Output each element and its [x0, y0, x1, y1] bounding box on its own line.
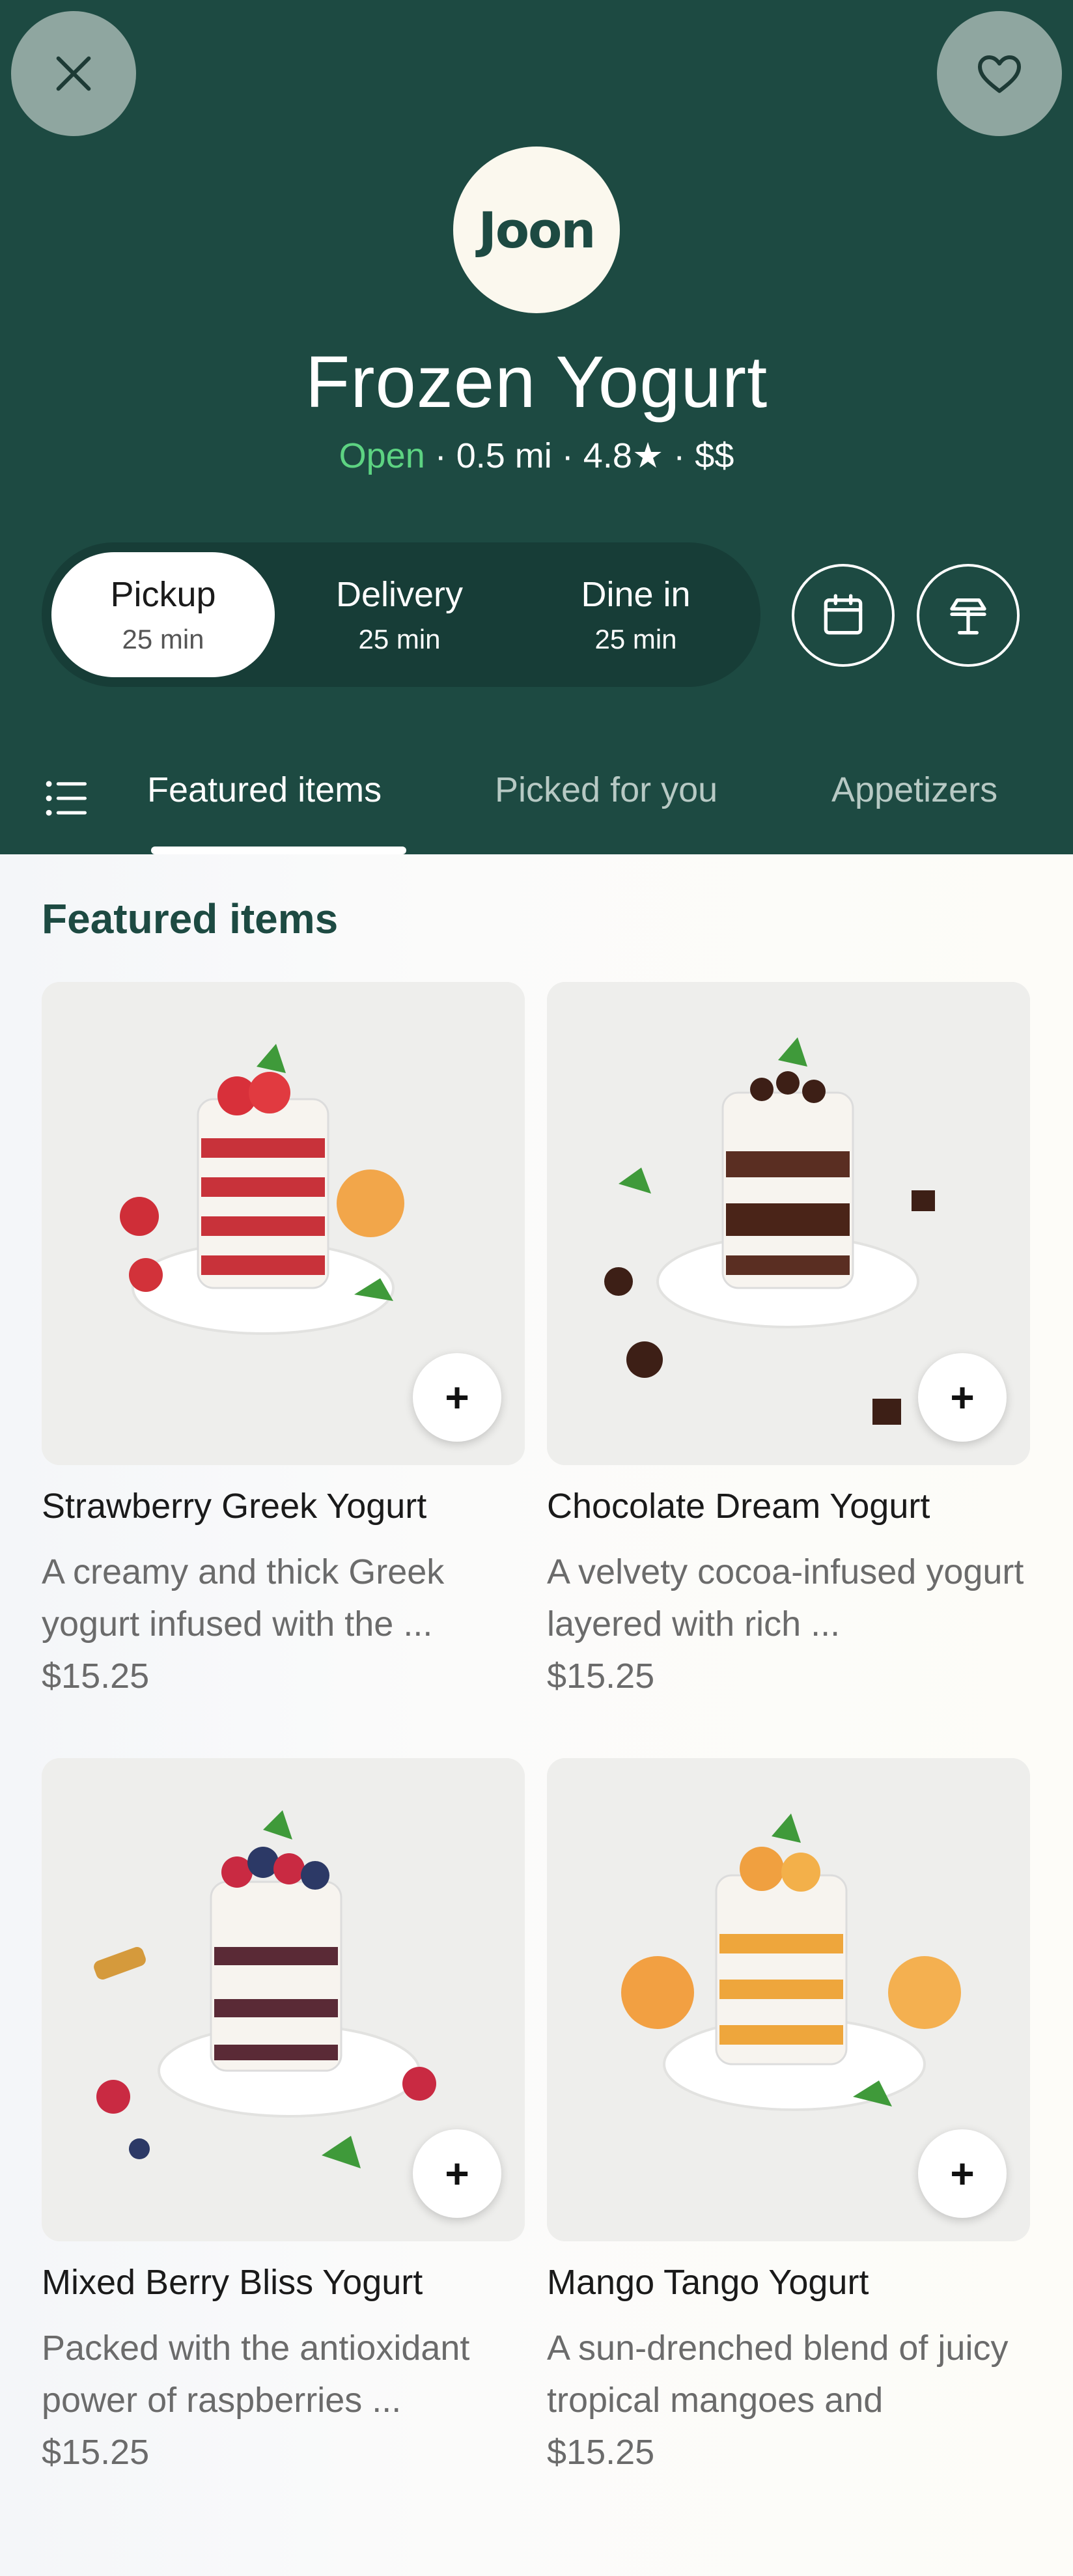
- store-header: Joon Frozen Yogurt Open · 0.5 mi · 4.8★ …: [0, 0, 1073, 854]
- item-name: Mixed Berry Bliss Yogurt: [42, 2263, 423, 2302]
- add-item-button[interactable]: +: [413, 2129, 501, 2218]
- item-price: $15.25: [42, 2433, 150, 2472]
- item-image: +: [547, 1758, 1030, 2241]
- tab-picked-for-you[interactable]: Picked for you: [495, 770, 718, 810]
- category-tabs: Featured items Picked for you Appetizers: [0, 755, 1073, 854]
- item-price: $15.25: [547, 2433, 655, 2472]
- store-logo: Joon: [453, 147, 620, 313]
- calendar-icon: [824, 594, 863, 635]
- item-description: A creamy and thick Greek yogurt infused …: [42, 1552, 445, 1644]
- fulfillment-mode-toggle: Pickup 25 min Delivery 25 min Dine in 25…: [42, 542, 760, 687]
- item-image: +: [42, 982, 525, 1465]
- section-title: Featured items: [42, 895, 339, 942]
- heart-icon: [978, 55, 1021, 93]
- item-price: $15.25: [42, 1657, 150, 1696]
- add-item-button[interactable]: +: [918, 1353, 1007, 1442]
- price-level: $$: [695, 436, 734, 475]
- item-image: +: [42, 1758, 525, 2241]
- menu-item-card[interactable]: + Mixed Berry Bliss Yogurt Packed with t…: [42, 1758, 525, 2478]
- table-lamp-icon: [950, 598, 986, 635]
- store-meta: Open · 0.5 mi · 4.8★ · $$: [339, 436, 734, 475]
- menu-list-icon[interactable]: [42, 774, 91, 823]
- menu-item-card[interactable]: + Chocolate Dream Yogurt A velvety cocoa…: [547, 982, 1030, 1702]
- menu-item-card[interactable]: + Mango Tango Yogurt A sun-drenched blen…: [547, 1758, 1030, 2478]
- mode-pickup[interactable]: Pickup 25 min: [51, 552, 275, 677]
- item-description: A velvety cocoa-infused yogurt layered w…: [547, 1552, 1024, 1644]
- favorite-button[interactable]: [937, 11, 1062, 136]
- schedule-button[interactable]: [792, 564, 895, 667]
- item-price: $15.25: [547, 1657, 655, 1696]
- item-image: +: [547, 982, 1030, 1465]
- close-icon: [56, 56, 91, 91]
- logo-text: Joon: [478, 201, 596, 259]
- item-name: Mango Tango Yogurt: [547, 2263, 869, 2302]
- tab-featured-items[interactable]: Featured items: [147, 770, 382, 810]
- add-item-button[interactable]: +: [413, 1353, 501, 1442]
- menu-item-card[interactable]: + Strawberry Greek Yogurt A creamy and t…: [42, 982, 525, 1702]
- close-button[interactable]: [11, 11, 136, 136]
- mode-delivery[interactable]: Delivery 25 min: [288, 552, 511, 677]
- open-status: Open: [339, 436, 425, 475]
- rating: 4.8★: [583, 436, 664, 475]
- table-button[interactable]: [917, 564, 1020, 667]
- distance: 0.5 mi: [456, 436, 552, 475]
- store-title: Frozen Yogurt: [305, 341, 768, 423]
- menu-content: Featured items + Strawberry Greek Yogurt…: [0, 854, 1073, 2576]
- item-description: Packed with the antioxidant power of ras…: [42, 2329, 470, 2420]
- tab-appetizers[interactable]: Appetizers: [831, 770, 997, 810]
- mode-dine-in[interactable]: Dine in 25 min: [524, 552, 747, 677]
- add-item-button[interactable]: +: [918, 2129, 1007, 2218]
- active-tab-indicator: [151, 847, 406, 854]
- item-name: Chocolate Dream Yogurt: [547, 1487, 930, 1526]
- item-name: Strawberry Greek Yogurt: [42, 1487, 427, 1526]
- item-description: A sun-drenched blend of juicy tropical m…: [547, 2329, 1009, 2420]
